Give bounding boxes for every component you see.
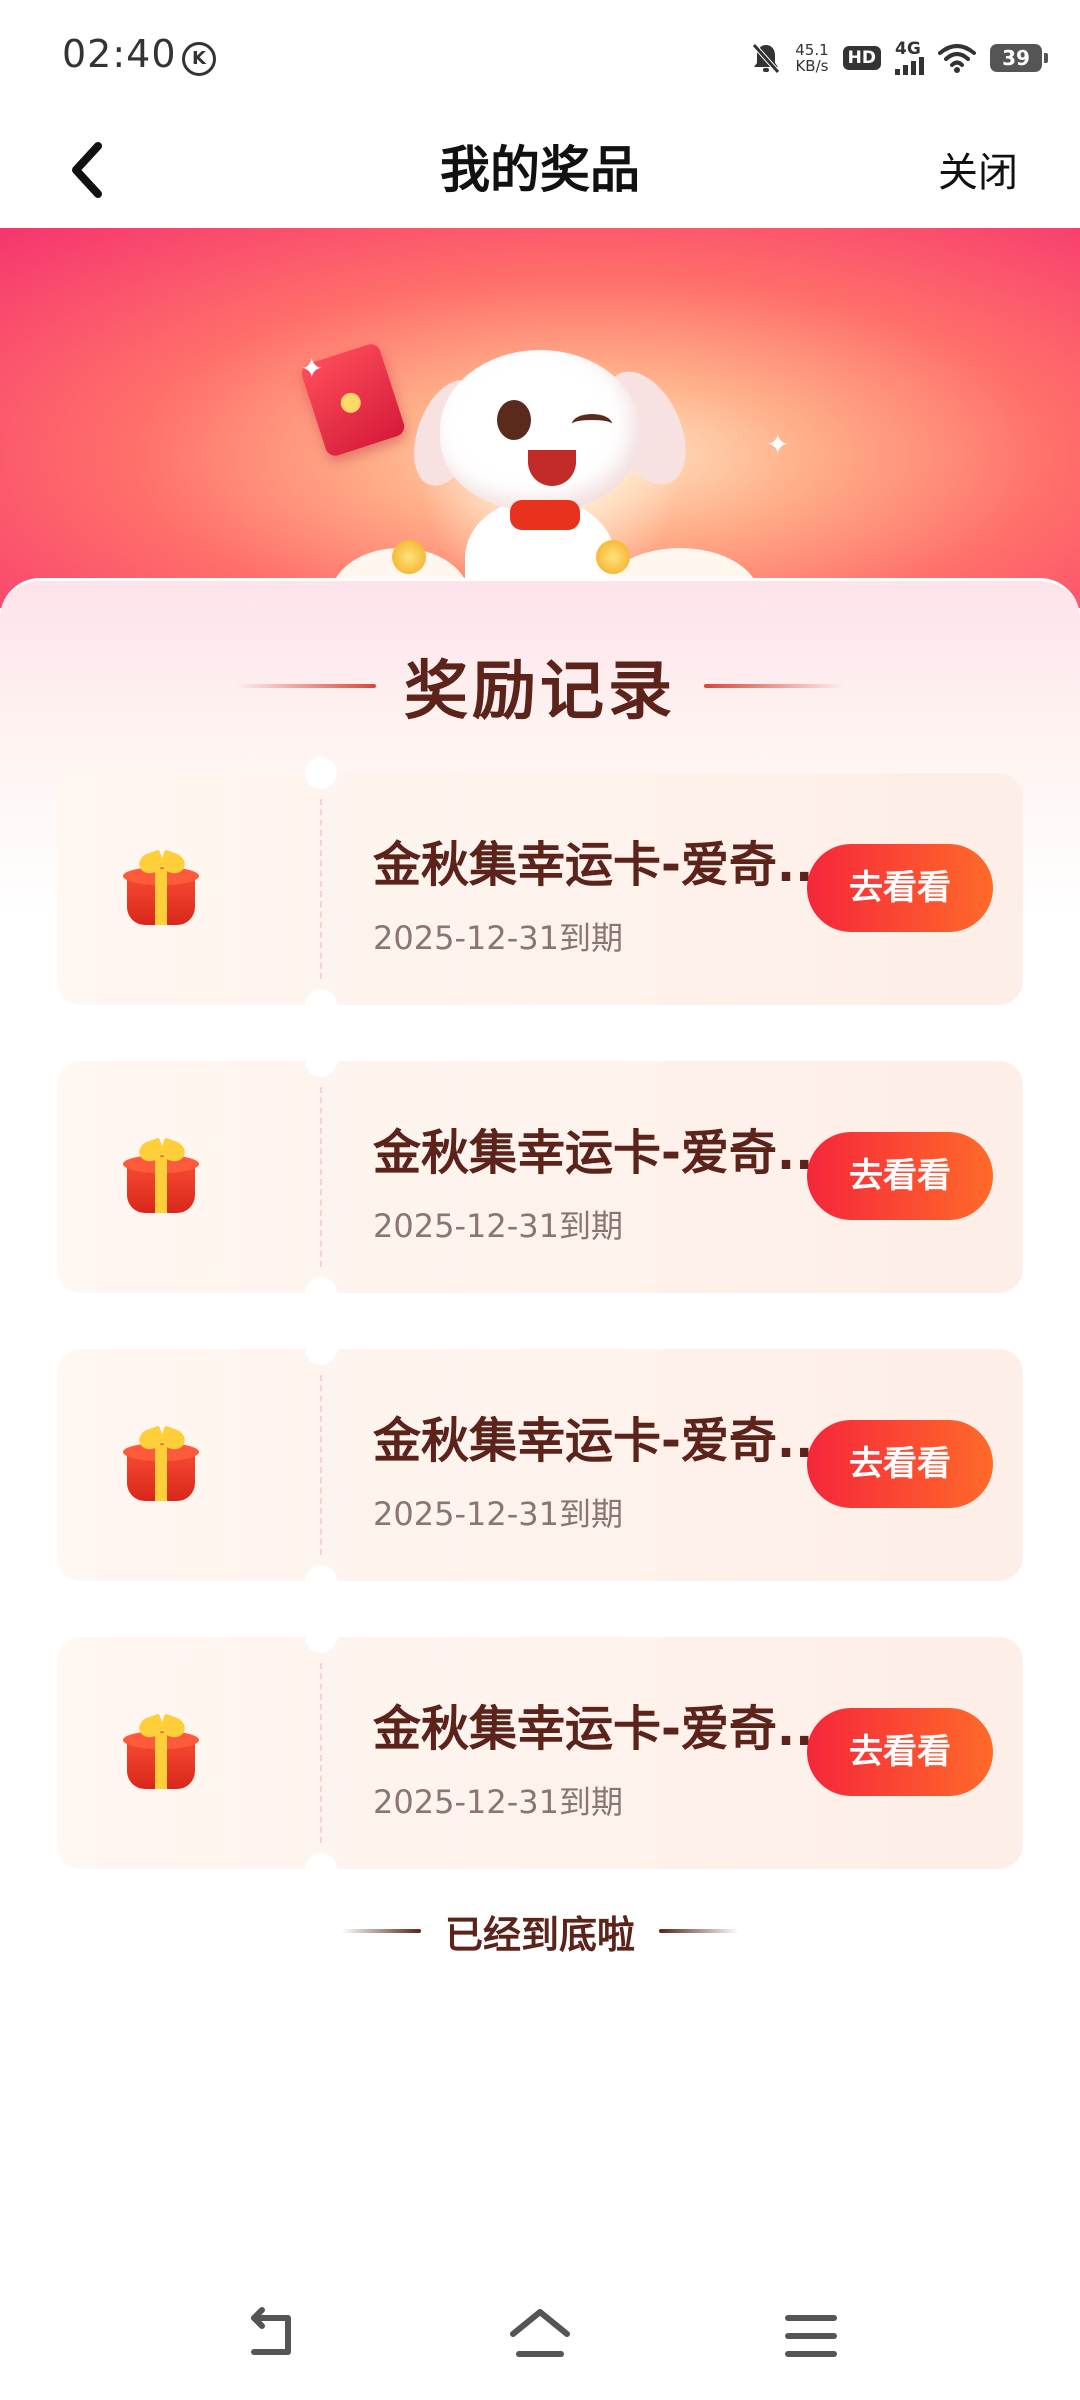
coin-icon [392, 540, 426, 574]
signal-icon: 4G [895, 41, 924, 75]
prize-name: 金秋集幸运卡-爱奇... [373, 1125, 832, 1181]
view-prize-button[interactable]: 去看看 [807, 1132, 993, 1220]
prize-card: 金秋集幸运卡-爱奇... 2025-12-31到期 去看看 [57, 757, 1023, 1021]
prize-name: 金秋集幸运卡-爱奇... [373, 1413, 832, 1469]
rewards-panel: 奖励记录 金秋集幸运卡-爱奇... 2025-12-31到期 去看看 金秋集幸运… [0, 578, 1080, 2271]
prize-name: 金秋集幸运卡-爱奇... [373, 837, 832, 893]
net-speed-unit: KB/s [795, 57, 829, 75]
status-icons: 45.1 KB/s HD 4G 39 [751, 36, 1048, 80]
prize-expiry: 2025-12-31到期 [373, 1207, 623, 1245]
view-prize-button[interactable]: 去看看 [807, 844, 993, 932]
banner-illustration: ✦ ✦ [0, 228, 1080, 608]
hd-icon: HD [842, 46, 881, 70]
prize-name: 金秋集幸运卡-爱奇... [373, 1701, 832, 1757]
list-end-text: 已经到底啦 [444, 1912, 635, 1957]
page-title: 我的奖品 [440, 141, 640, 199]
prize-expiry: 2025-12-31到期 [373, 919, 623, 957]
home-icon [510, 2309, 570, 2357]
list-end-indicator: 已经到底啦 [0, 1901, 1080, 1961]
bell-muted-icon [752, 43, 781, 74]
screen: 02:40 K 45.1 KB/s HD 4G 39 我的奖品 关闭 ✦ ✦ 奖… [0, 0, 1080, 2400]
title-divider-right [704, 684, 844, 688]
back-arrow-icon [251, 2307, 291, 2355]
net-speed: 45.1 KB/s [795, 42, 828, 74]
sparkle-icon: ✦ [766, 428, 790, 461]
status-time: 02:40 [62, 32, 177, 76]
footer-divider-right [659, 1929, 739, 1933]
view-prize-button[interactable]: 去看看 [807, 1420, 993, 1508]
view-prize-button[interactable]: 去看看 [807, 1708, 993, 1796]
section-title: 奖励记录 [404, 655, 676, 729]
gift-box-icon [123, 1137, 199, 1215]
prize-card: 金秋集幸运卡-爱奇... 2025-12-31到期 去看看 [57, 1333, 1023, 1597]
network-type: 4G [895, 39, 921, 59]
wifi-icon [938, 44, 976, 73]
menu-icon [785, 2315, 837, 2357]
prize-expiry: 2025-12-31到期 [373, 1495, 623, 1533]
battery-icon: 39 [990, 44, 1048, 72]
prize-card: 金秋集幸运卡-爱奇... 2025-12-31到期 去看看 [57, 1045, 1023, 1309]
gift-box-icon [123, 1425, 199, 1503]
prize-list: 金秋集幸运卡-爱奇... 2025-12-31到期 去看看 金秋集幸运卡-爱奇.… [57, 757, 1023, 1925]
prize-card: 金秋集幸运卡-爱奇... 2025-12-31到期 去看看 [57, 1621, 1023, 1885]
title-divider-left [236, 684, 376, 688]
k-badge-icon: K [182, 42, 216, 76]
nav-bar: 我的奖品 关闭 [0, 110, 1080, 230]
close-button[interactable]: 关闭 [938, 140, 1018, 198]
sparkle-icon: ✦ [300, 352, 324, 385]
system-back-button[interactable] [236, 2306, 306, 2366]
coin-icon [596, 540, 630, 574]
system-home-button[interactable] [505, 2306, 575, 2366]
mascot-icon [440, 350, 640, 510]
bow-tie-icon [510, 500, 580, 530]
gift-box-icon [123, 849, 199, 927]
status-bar: 02:40 K 45.1 KB/s HD 4G 39 [0, 0, 1080, 110]
gift-box-icon [123, 1713, 199, 1791]
section-header: 奖励记录 [0, 641, 1080, 731]
net-speed-value: 45.1 [795, 41, 829, 59]
system-nav-bar [0, 2268, 1080, 2400]
system-menu-button[interactable] [776, 2306, 846, 2366]
footer-divider-left [340, 1929, 421, 1933]
prize-expiry: 2025-12-31到期 [373, 1783, 623, 1821]
